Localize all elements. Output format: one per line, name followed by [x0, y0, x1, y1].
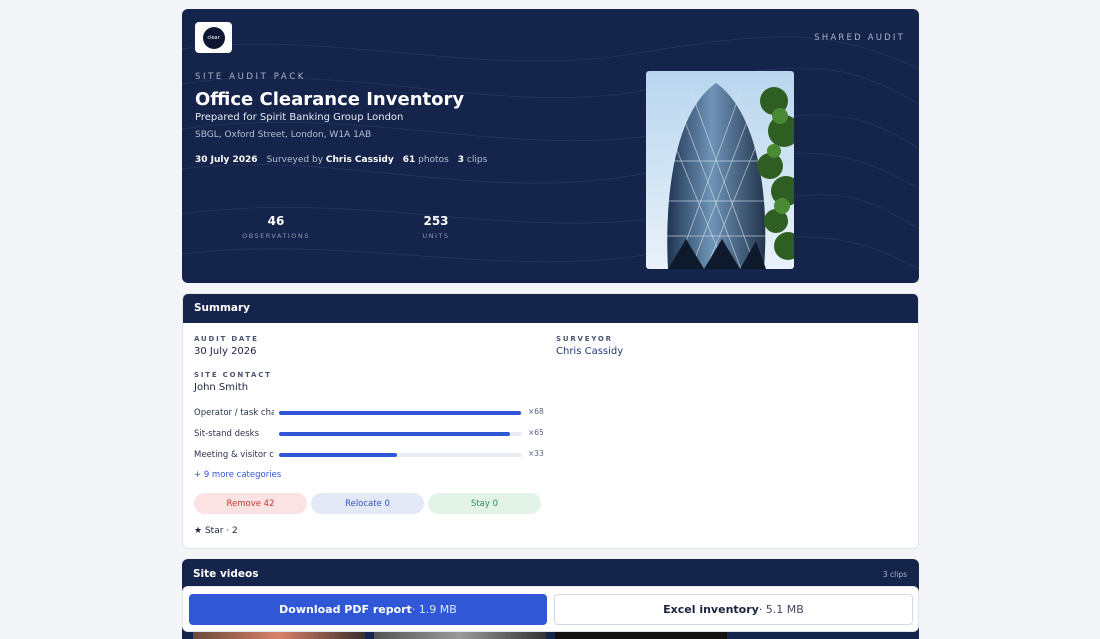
category-row: Sit-stand desks ×65	[194, 428, 544, 441]
category-track	[279, 411, 522, 415]
site-photo[interactable]	[646, 71, 794, 269]
excel-size: · 5.1 MB	[758, 603, 804, 616]
category-track	[279, 453, 522, 457]
relocate-filter-pill[interactable]: Relocate 0	[311, 493, 424, 514]
category-row: Operator / task chairs ×68	[194, 407, 544, 420]
building-photo-illustration	[646, 71, 794, 269]
category-fill	[279, 432, 510, 436]
audit-meta-row: 30 July 2026 Surveyed by Chris Cassidy 6…	[195, 155, 487, 165]
category-fill	[279, 411, 521, 415]
clips-count: 3	[457, 155, 465, 165]
company-logo: clear	[195, 22, 232, 53]
video-thumbnail[interactable]	[555, 632, 727, 639]
audit-date-label: AUDIT DATE	[194, 335, 259, 343]
stay-filter-pill[interactable]: Stay 0	[428, 493, 541, 514]
star-label: Star	[204, 526, 224, 536]
stat-value: 46	[267, 214, 285, 228]
videos-count: 3 clips	[882, 570, 907, 579]
pdf-size: · 1.9 MB	[411, 603, 457, 616]
stat-observations: 46 OBSERVATIONS	[216, 214, 336, 240]
shared-audit-label: SHARED AUDIT	[814, 33, 905, 43]
star-count: · 2	[226, 526, 238, 536]
category-label: Meeting & visitor chairs	[194, 450, 274, 460]
remove-filter-pill[interactable]: Remove 42	[194, 493, 307, 514]
surveyed-by-prefix: Surveyed by	[266, 155, 324, 165]
summary-heading: Summary	[183, 294, 918, 323]
site-contact-value: John Smith	[194, 382, 249, 393]
category-fill	[279, 453, 397, 457]
star-icon: ★	[194, 526, 203, 536]
pack-kicker: SITE AUDIT PACK	[195, 72, 306, 82]
category-count: ×33	[528, 449, 544, 458]
stat-units: 253 UNITS	[376, 214, 496, 240]
surveyor-name: Chris Cassidy	[325, 155, 394, 165]
excel-inventory-button[interactable]: Excel inventory · 5.1 MB	[554, 594, 913, 625]
photos-label: photos	[418, 155, 449, 165]
prepared-for: Prepared for Spirit Banking Group London	[195, 112, 404, 123]
audit-hero-banner: clear SHARED AUDIT SITE AUDIT PACK Offic…	[182, 9, 919, 283]
wave-background	[182, 36, 919, 270]
category-row: Meeting & visitor chairs ×33	[194, 449, 544, 462]
more-categories-link[interactable]: + 9 more categories	[194, 470, 281, 480]
clips-label: clips	[466, 155, 488, 165]
excel-label: Excel inventory	[663, 603, 759, 616]
video-thumbnail[interactable]	[193, 632, 365, 639]
page-title: Office Clearance Inventory	[195, 89, 465, 110]
summary-card: Summary AUDIT DATE 30 July 2026 SURVEYOR…	[182, 293, 919, 549]
download-bar: Download PDF report · 1.9 MB Excel invent…	[182, 586, 919, 632]
category-track	[279, 432, 522, 436]
pdf-label: Download PDF report	[279, 603, 412, 616]
site-contact-label: SITE CONTACT	[194, 371, 272, 379]
category-count: ×65	[528, 428, 544, 437]
stat-label: OBSERVATIONS	[242, 232, 310, 240]
category-label: Sit-stand desks	[194, 429, 260, 439]
audit-date-value: 30 July 2026	[194, 346, 257, 357]
stat-value: 253	[423, 214, 449, 228]
category-count: ×68	[528, 407, 544, 416]
logo-mark: clear	[202, 26, 225, 49]
video-thumbnail[interactable]	[374, 632, 546, 639]
surveyor-label: SURVEYOR	[556, 335, 613, 343]
site-address: SBGL, Oxford Street, London, W1A 1AB	[195, 130, 372, 140]
videos-heading: Site videos	[193, 568, 259, 580]
surveyor-value: Chris Cassidy	[556, 346, 624, 357]
stat-label: UNITS	[422, 232, 450, 240]
photos-count: 61	[402, 155, 416, 165]
audit-date: 30 July 2026	[195, 155, 258, 165]
category-label: Operator / task chairs	[194, 408, 274, 418]
star-filter[interactable]: ★ Star · 2	[194, 526, 238, 536]
download-pdf-button[interactable]: Download PDF report · 1.9 MB	[189, 594, 547, 625]
